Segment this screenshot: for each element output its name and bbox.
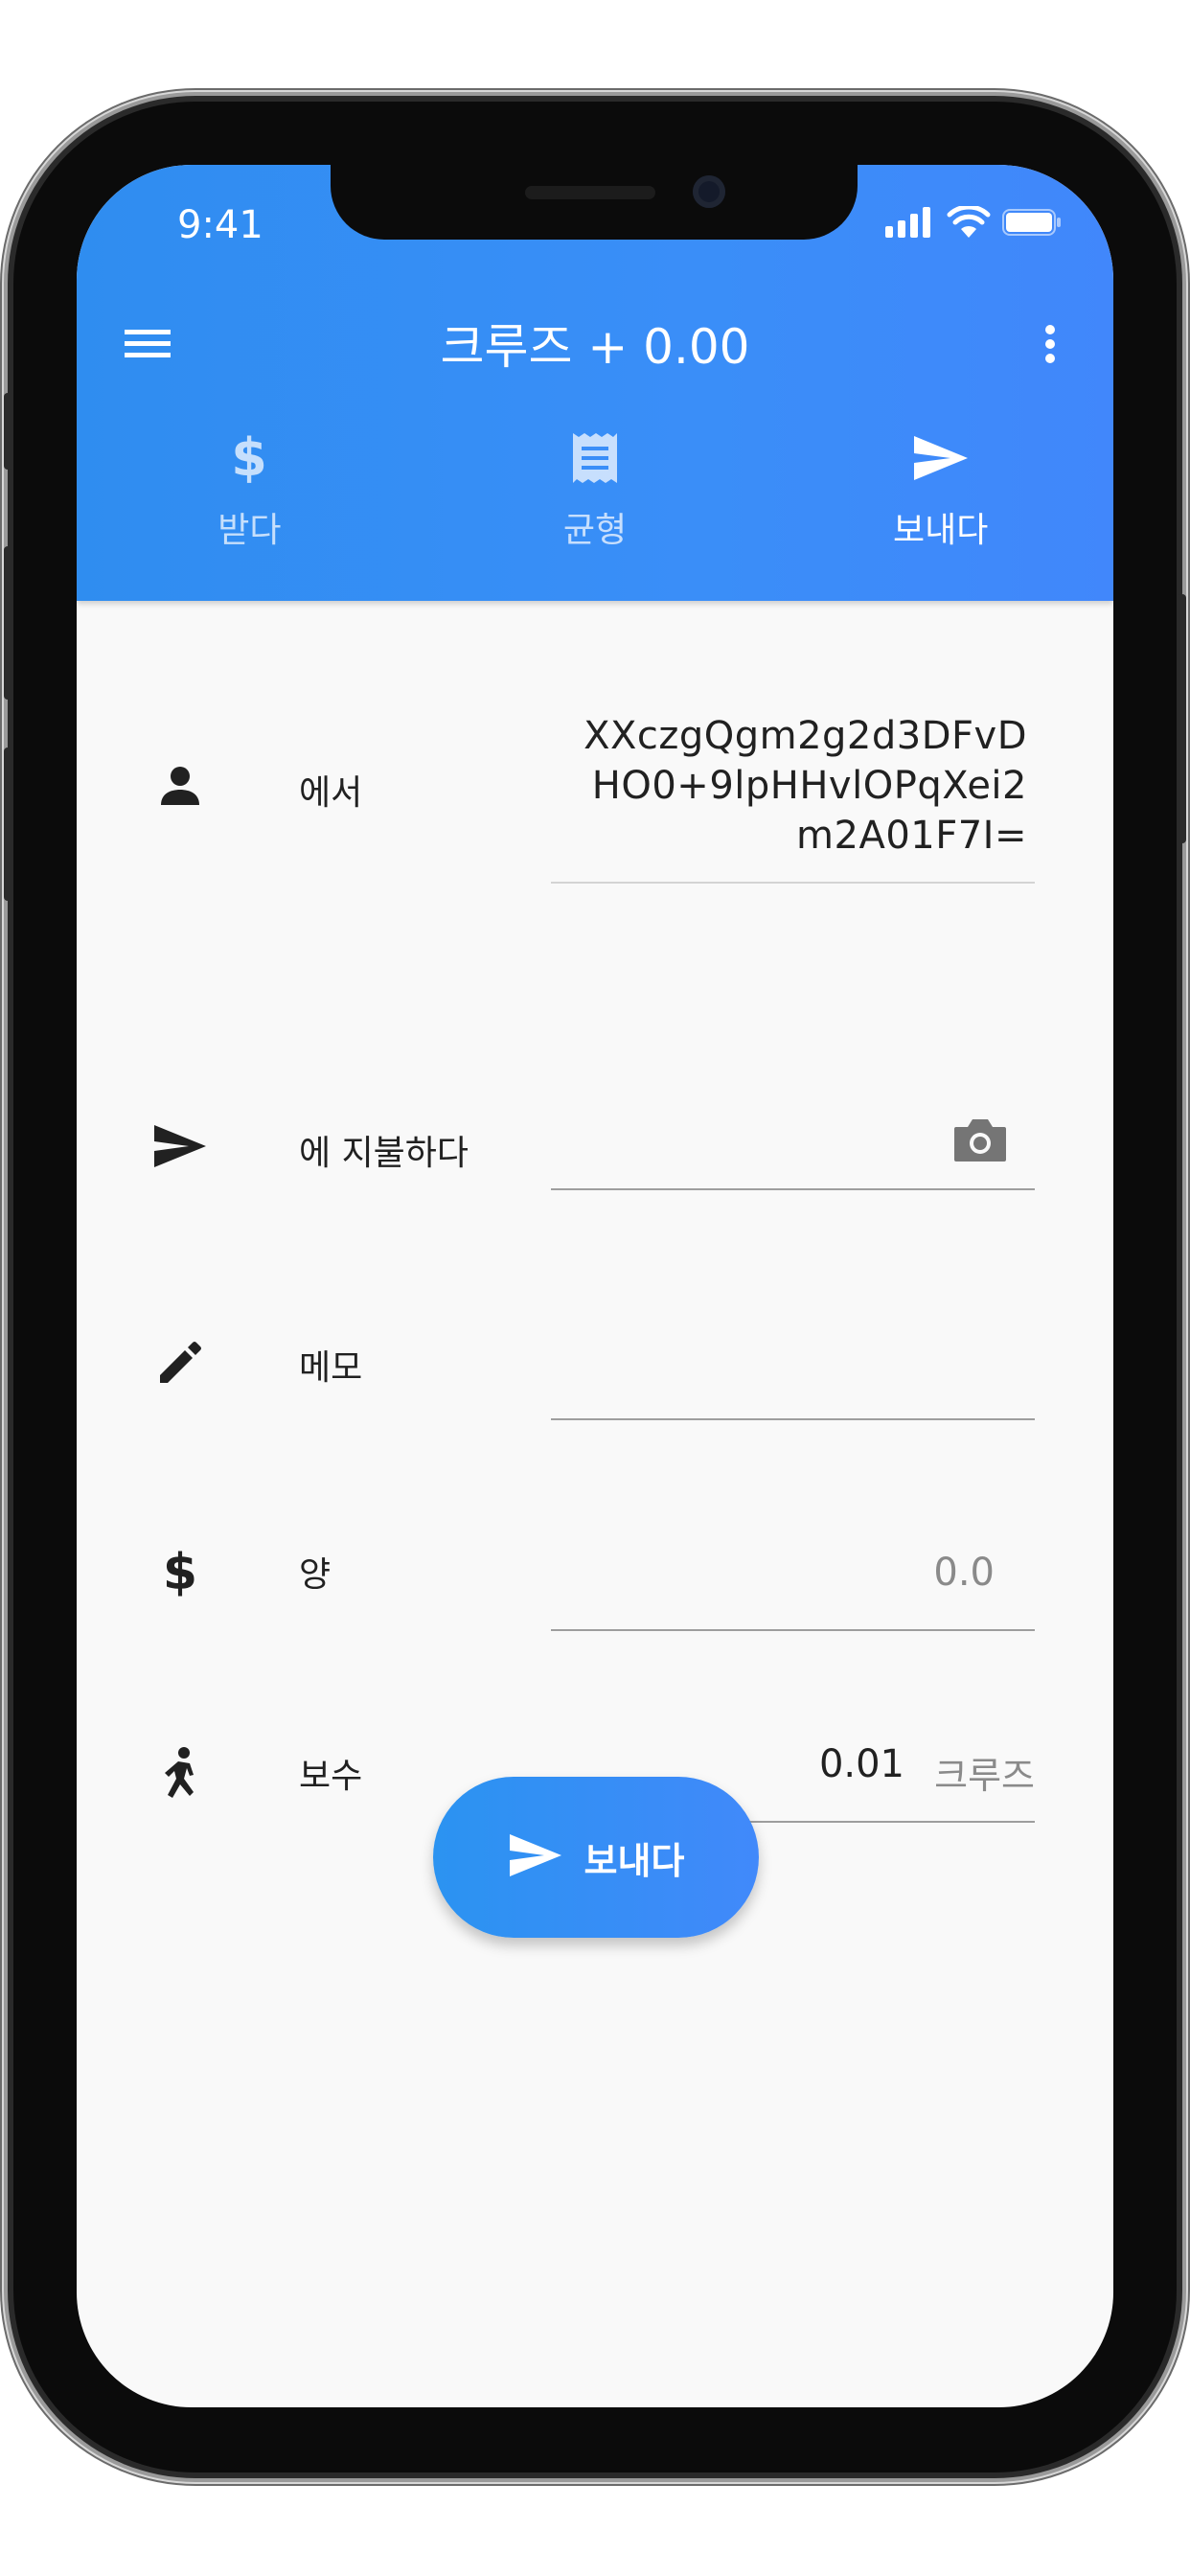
camera-icon[interactable] <box>952 1116 1008 1167</box>
person-icon <box>151 757 209 815</box>
tab-receive-label: 받다 <box>217 511 282 550</box>
amount-placeholder: 0.0 <box>933 1551 995 1595</box>
walking-icon <box>151 1746 209 1804</box>
tab-send[interactable]: 보내다 <box>767 422 1113 594</box>
device-notch <box>331 165 858 240</box>
svg-text:$: $ <box>163 1544 197 1600</box>
send-button-label: 보내다 <box>584 1839 685 1882</box>
memo-row: 메모 <box>77 1315 1113 1449</box>
fee-label: 보수 <box>299 1757 363 1796</box>
send-button[interactable]: 보내다 <box>433 1777 759 1938</box>
mute-switch <box>4 393 13 470</box>
power-button <box>1177 594 1186 843</box>
tab-balance-label: 균형 <box>562 511 628 550</box>
receipt-icon <box>569 422 621 494</box>
signal-icon <box>885 207 935 242</box>
app-title: 크루즈 + 0.00 <box>440 319 750 375</box>
pay-to-row: 에 지불하다 <box>77 1104 1113 1238</box>
from-address-value: XXczgQgm2g2d3DFvD HO0+9lpHHvlOPqXei2 m2A… <box>584 711 1027 861</box>
from-underline <box>551 882 1035 884</box>
from-address-line-3: m2A01F7I= <box>796 814 1027 858</box>
more-options-button[interactable] <box>1021 309 1079 376</box>
memo-label: 메모 <box>299 1348 363 1388</box>
tab-receive[interactable]: $ 받다 <box>77 422 423 594</box>
app-screen: 9:41 크루즈 + 0.00 $ 받다 균형 보내다 에서 XXczgQgm2… <box>77 165 1113 2407</box>
amount-label: 양 <box>299 1555 332 1595</box>
pencil-icon <box>151 1334 209 1392</box>
tab-send-label: 보내다 <box>892 511 989 550</box>
from-row: 에서 XXczgQgm2g2d3DFvD HO0+9lpHHvlOPqXei2 … <box>77 702 1113 893</box>
speaker-grille <box>525 186 655 199</box>
pay-to-label: 에 지불하다 <box>299 1134 469 1173</box>
volume-up-button <box>4 546 13 700</box>
amount-input[interactable]: 0.0 <box>551 1526 1035 1660</box>
dollar-icon: $ <box>151 1543 209 1600</box>
svg-text:$: $ <box>232 429 268 487</box>
fee-value: 0.01 <box>818 1742 904 1786</box>
volume-down-button <box>4 748 13 901</box>
from-address-field[interactable]: XXczgQgm2g2d3DFvD HO0+9lpHHvlOPqXei2 m2A… <box>551 702 1035 893</box>
tab-balance[interactable]: 균형 <box>423 422 768 594</box>
more-vert-icon <box>1021 325 1079 380</box>
fee-unit: 크루즈 <box>934 1755 1035 1797</box>
pay-to-input[interactable] <box>551 1085 1035 1219</box>
send-icon <box>151 1117 209 1175</box>
battery-icon <box>1002 208 1062 241</box>
pay-to-underline <box>551 1188 1035 1190</box>
memo-input[interactable] <box>551 1315 1035 1449</box>
dollar-icon: $ <box>230 422 268 494</box>
amount-underline <box>551 1629 1035 1631</box>
app-header: 9:41 크루즈 + 0.00 $ 받다 균형 보내다 <box>77 165 1113 601</box>
from-address-line-2: HO0+9lpHHvlOPqXei2 <box>591 764 1027 808</box>
from-label: 에서 <box>299 773 363 813</box>
amount-row: $ 양 0.0 <box>77 1526 1113 1660</box>
send-icon <box>508 1832 563 1882</box>
memo-underline <box>551 1418 1035 1420</box>
status-time: 9:41 <box>177 203 263 247</box>
send-icon <box>912 422 970 494</box>
front-camera <box>693 175 725 208</box>
status-icons <box>885 204 1062 243</box>
from-address-line-1: XXczgQgm2g2d3DFvD <box>584 714 1027 758</box>
tab-bar: $ 받다 균형 보내다 <box>77 422 1113 594</box>
wifi-icon <box>947 204 991 242</box>
